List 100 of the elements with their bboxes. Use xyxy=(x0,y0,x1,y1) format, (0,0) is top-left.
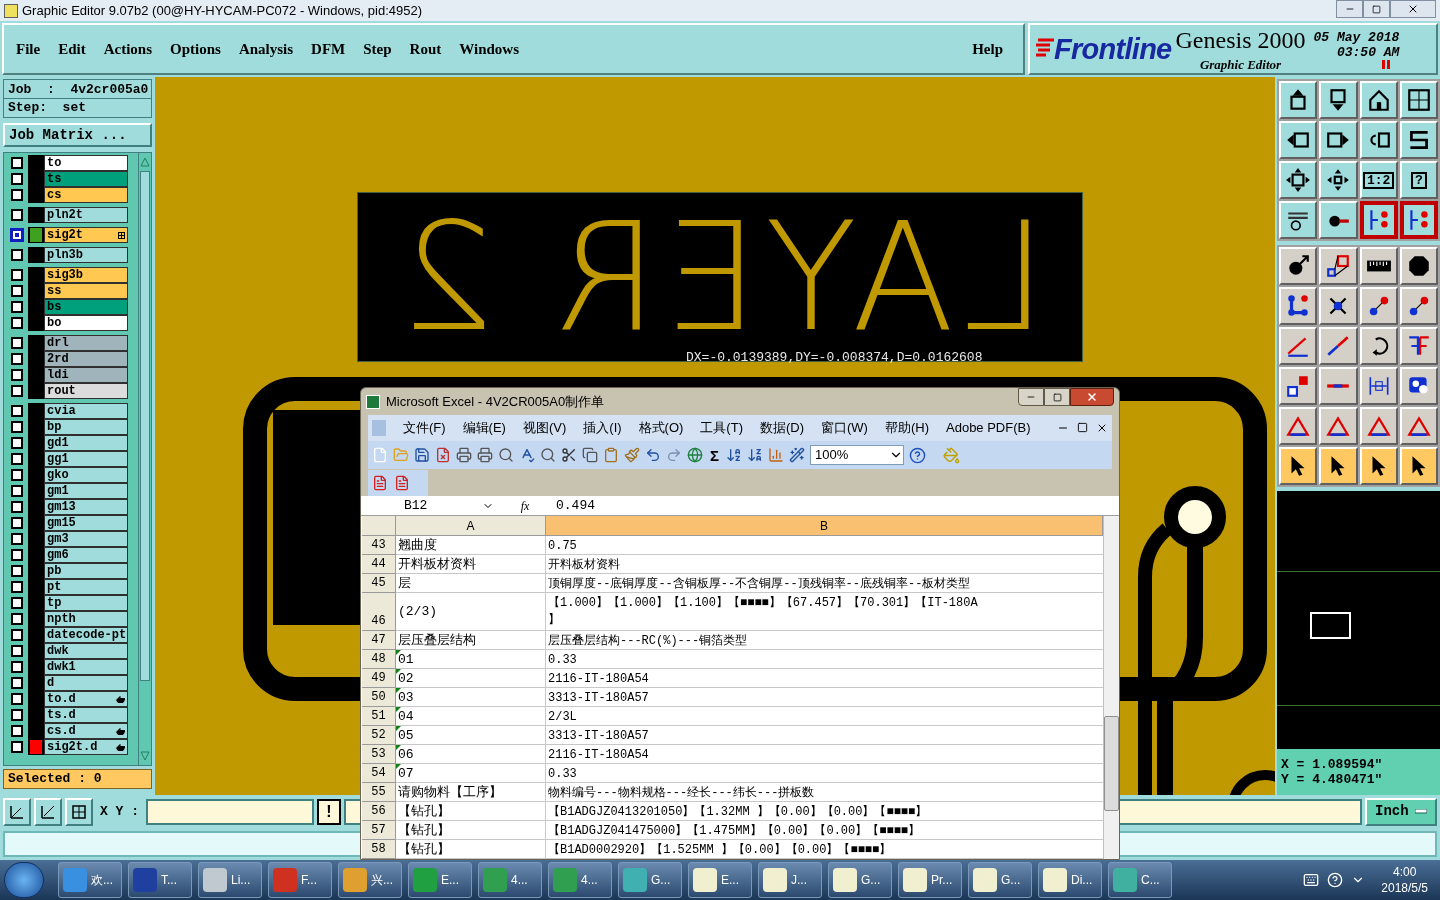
layer-checkbox[interactable] xyxy=(11,661,23,673)
menu-item[interactable]: 工具(T) xyxy=(700,418,743,438)
layer-checkbox[interactable] xyxy=(11,269,23,281)
layer-name[interactable]: gm6 xyxy=(44,547,128,563)
menu-item[interactable]: 视图(V) xyxy=(522,418,567,438)
taskbar-item[interactable]: Di... xyxy=(1038,862,1102,898)
layer-checkbox[interactable] xyxy=(11,597,23,609)
layer-name[interactable]: cs.d xyxy=(44,723,128,739)
taskbar-item[interactable]: 兴... xyxy=(338,862,402,898)
copy-icon[interactable] xyxy=(582,447,598,463)
row-header[interactable]: 43 xyxy=(362,536,396,555)
apply-button[interactable]: ! xyxy=(317,798,341,825)
layer-name[interactable]: bs xyxy=(44,299,128,315)
row-header[interactable]: 50 xyxy=(362,688,396,707)
help-icon[interactable] xyxy=(909,446,926,464)
row-header[interactable]: 57 xyxy=(362,821,396,840)
layer-name[interactable]: to xyxy=(44,155,128,171)
row-header[interactable]: 53 xyxy=(362,745,396,764)
layer-checkbox[interactable] xyxy=(11,189,23,201)
layer-checkbox[interactable] xyxy=(11,385,23,397)
printer-icon[interactable] xyxy=(456,447,472,463)
layer-name[interactable]: pln3b xyxy=(44,247,128,263)
layer-checkbox[interactable] xyxy=(11,249,23,261)
row-header[interactable]: 49 xyxy=(362,669,396,688)
menu-item[interactable]: 文件(F) xyxy=(403,418,446,438)
layer-checkbox[interactable] xyxy=(11,741,23,753)
taskbar-item[interactable]: F... xyxy=(268,862,332,898)
taskbar-item[interactable]: C... xyxy=(1108,862,1172,898)
pdf-icon[interactable] xyxy=(394,475,410,491)
layer-checkbox[interactable] xyxy=(11,629,23,641)
chart-icon[interactable] xyxy=(768,447,784,463)
job-matrix-button[interactable]: Job Matrix ... xyxy=(3,123,152,147)
taskbar-item[interactable]: E... xyxy=(688,862,752,898)
printer-icon[interactable] xyxy=(477,447,493,463)
menu-item[interactable]: 插入(I) xyxy=(583,418,622,438)
taskbar-item[interactable]: J... xyxy=(758,862,822,898)
row-header[interactable]: 48 xyxy=(362,650,396,669)
scissors-icon[interactable] xyxy=(561,447,577,463)
layer-name[interactable]: npth xyxy=(44,611,128,627)
layer-name[interactable]: cvia xyxy=(44,403,128,419)
layer-checkbox[interactable] xyxy=(11,421,23,433)
layer-checkbox[interactable] xyxy=(11,581,23,593)
layer-name[interactable]: bo xyxy=(44,315,128,331)
taskbar-item[interactable]: Pr... xyxy=(898,862,962,898)
menu-item[interactable]: 格式(O) xyxy=(638,418,684,438)
row-header[interactable]: 51 xyxy=(362,707,396,726)
row-header[interactable]: 52 xyxy=(362,726,396,745)
layer-checkbox[interactable] xyxy=(11,173,23,185)
permission-icon[interactable] xyxy=(435,447,451,463)
layer-name[interactable]: ldi xyxy=(44,367,128,383)
layer-checkbox[interactable] xyxy=(11,369,23,381)
layer-checkbox[interactable] xyxy=(11,469,23,481)
tool-button[interactable]: ? xyxy=(1399,161,1438,199)
taskbar-item[interactable]: G... xyxy=(618,862,682,898)
layer-name[interactable]: sig2t xyxy=(44,227,128,243)
layer-name[interactable]: bp xyxy=(44,419,128,435)
layer-name[interactable]: sig3b xyxy=(44,267,128,283)
taskbar-item[interactable]: Li... xyxy=(198,862,262,898)
layer-checkbox[interactable] xyxy=(11,405,23,417)
layer-name[interactable]: tp xyxy=(44,595,128,611)
taskbar-item[interactable]: T... xyxy=(128,862,192,898)
layer-name[interactable]: dwk1 xyxy=(44,659,128,675)
research-icon[interactable] xyxy=(540,447,556,463)
layer-checkbox[interactable] xyxy=(11,709,23,721)
layer-checkbox[interactable] xyxy=(11,353,23,365)
layer-name[interactable]: ss xyxy=(44,283,128,299)
menu-item[interactable]: File xyxy=(16,37,41,61)
fill-color-icon[interactable] xyxy=(943,446,960,464)
layer-name[interactable]: d xyxy=(44,675,128,691)
column-header[interactable]: B xyxy=(546,516,1103,536)
layer-name[interactable]: pt xyxy=(44,579,128,595)
restore-icon[interactable] xyxy=(1077,422,1088,433)
layer-name[interactable]: 2rd xyxy=(44,351,128,367)
layer-name[interactable]: gd1 xyxy=(44,435,128,451)
layer-name[interactable]: gm13 xyxy=(44,499,128,515)
taskbar-item[interactable]: 4... xyxy=(478,862,542,898)
help-menu[interactable]: Help xyxy=(972,37,1003,61)
layer-name[interactable]: pb xyxy=(44,563,128,579)
layer-name[interactable]: gm15 xyxy=(44,515,128,531)
layer-name[interactable]: datecode-pt xyxy=(44,627,128,643)
maximize-button[interactable] xyxy=(1363,0,1390,18)
layer-name[interactable]: sig2t.d xyxy=(44,739,128,755)
coordinate-input[interactable] xyxy=(146,798,314,825)
layer-name[interactable]: gg1 xyxy=(44,451,128,467)
menu-item[interactable]: 数据(D) xyxy=(759,418,804,438)
pdf-icon[interactable] xyxy=(372,475,388,491)
layer-checkbox[interactable] xyxy=(11,501,23,513)
menu-item[interactable]: Options xyxy=(170,37,221,61)
menu-item[interactable]: Edit xyxy=(58,37,86,61)
layer-name[interactable]: rout xyxy=(44,383,128,399)
keyboard-icon[interactable] xyxy=(1303,872,1320,888)
row-header[interactable]: 46 xyxy=(362,593,396,631)
wizard-icon[interactable] xyxy=(789,447,805,463)
row-header[interactable]: 58 xyxy=(362,840,396,859)
preview-icon[interactable] xyxy=(498,447,514,463)
undo-icon[interactable] xyxy=(645,447,661,463)
layer-name[interactable]: ts.d xyxy=(44,707,128,723)
layer-name[interactable]: cs xyxy=(44,187,128,203)
spellcheck-icon[interactable] xyxy=(519,447,535,463)
formula-field[interactable]: 0.494 xyxy=(552,495,1112,516)
